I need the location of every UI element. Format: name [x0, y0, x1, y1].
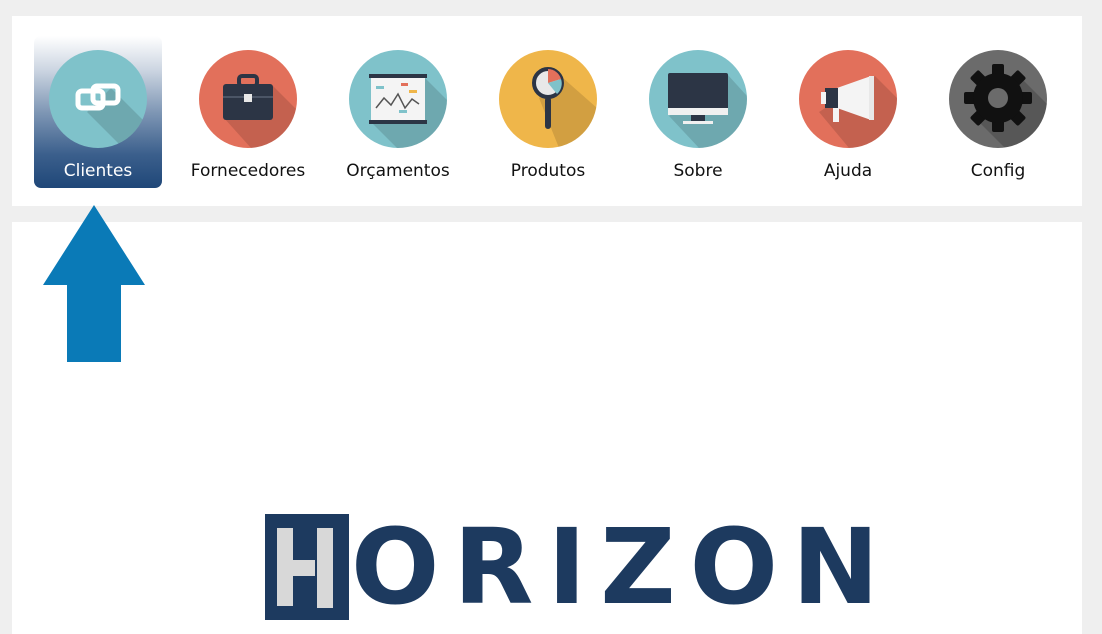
toolbar-item-produtos[interactable]: Produtos	[484, 36, 612, 188]
toolbar-item-label: Config	[970, 161, 1026, 181]
megaphone-icon	[799, 50, 897, 148]
magnifier-icon	[499, 50, 597, 148]
presentation-chart-icon	[349, 50, 447, 148]
main-toolbar: Clientes Fornecedores Orçamentos Produto…	[12, 16, 1082, 206]
logo-mark	[265, 514, 349, 620]
up-arrow-icon	[43, 205, 145, 362]
toolbar-item-label: Clientes	[63, 161, 133, 181]
toolbar-item-config[interactable]: Config	[934, 36, 1062, 188]
toolbar-item-label: Produtos	[510, 161, 586, 181]
toolbar-item-ajuda[interactable]: Ajuda	[784, 36, 912, 188]
toolbar-item-clientes[interactable]: Clientes	[34, 36, 162, 188]
toolbar-item-label: Ajuda	[823, 161, 873, 181]
link-chain-icon	[49, 50, 147, 148]
gear-icon	[949, 50, 1047, 148]
briefcase-icon	[199, 50, 297, 148]
toolbar-item-orcamentos[interactable]: Orçamentos	[334, 36, 462, 188]
toolbar-item-sobre[interactable]: Sobre	[634, 36, 762, 188]
brand-name: ORIZON	[351, 506, 894, 628]
toolbar-item-label: Orçamentos	[346, 161, 450, 181]
toolbar-item-label: Fornecedores	[190, 161, 306, 181]
monitor-icon	[649, 50, 747, 148]
toolbar-item-fornecedores[interactable]: Fornecedores	[184, 36, 312, 188]
horizon-logo: ORIZON	[265, 514, 879, 620]
toolbar-item-label: Sobre	[673, 161, 723, 181]
